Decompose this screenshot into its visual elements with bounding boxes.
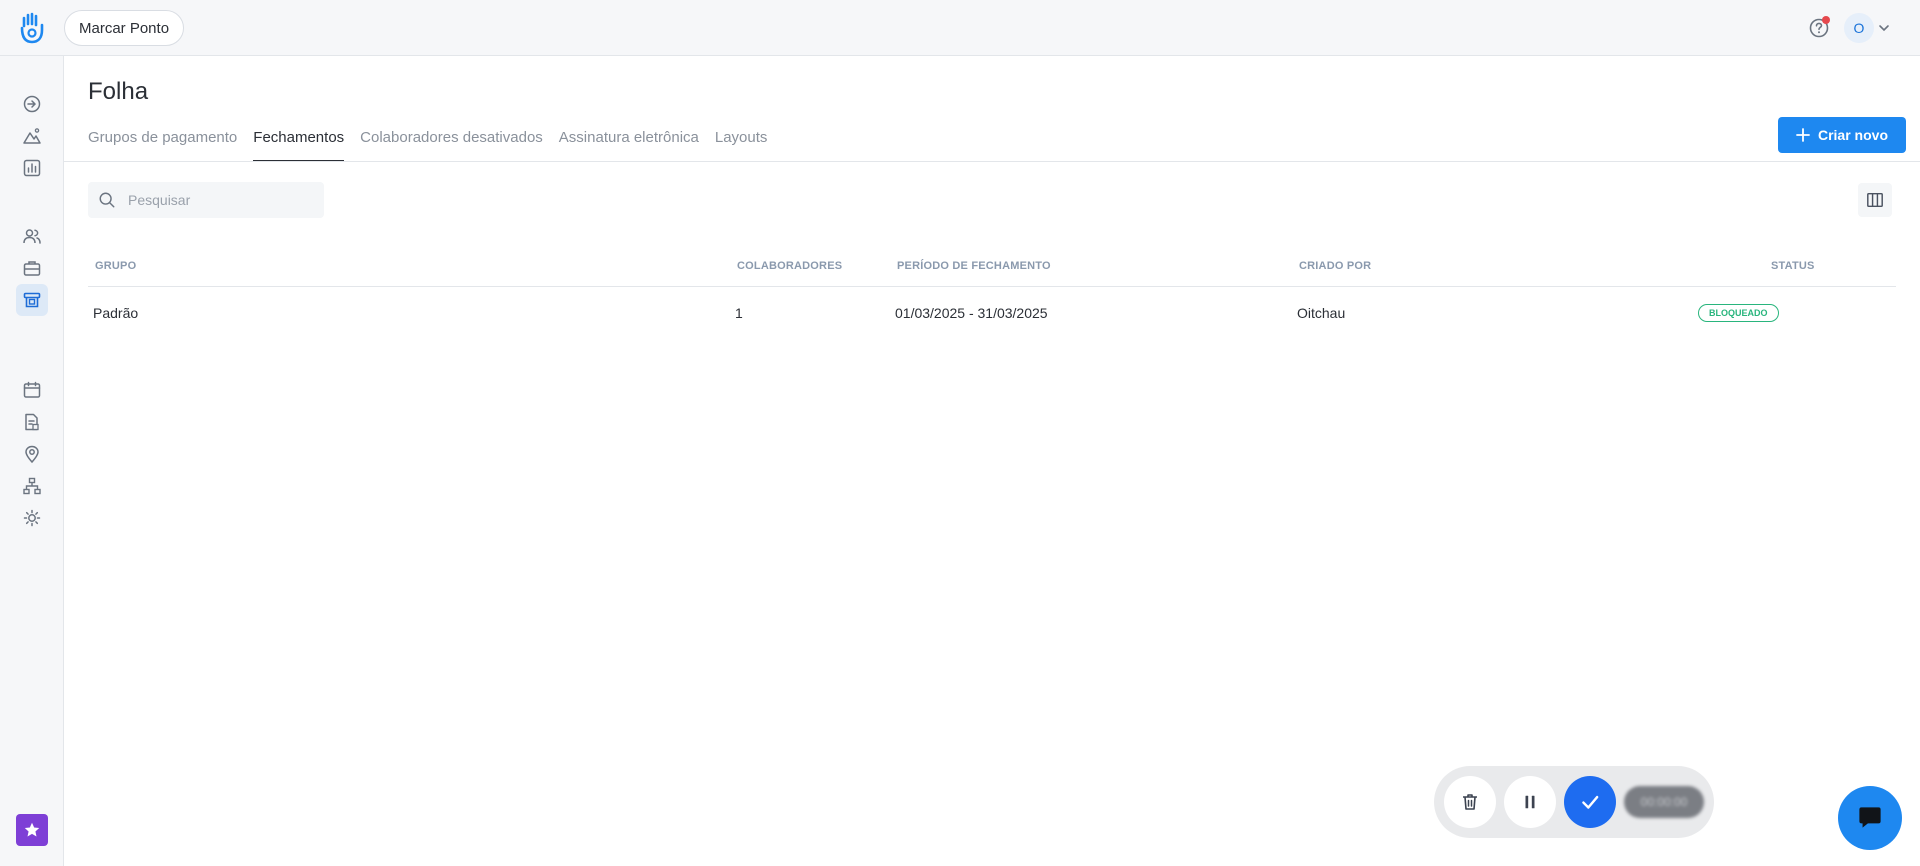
delete-button[interactable] [1444,776,1496,828]
create-new-button[interactable]: Criar novo [1778,117,1906,153]
cell-colaboradores: 1 [735,305,743,321]
columns-icon [1867,192,1883,208]
hand-logo-icon[interactable] [18,12,46,44]
timer-control-bar: 00:00:00 [1434,766,1714,838]
column-header-status[interactable]: STATUS [1771,260,1815,272]
check-icon [1582,795,1599,809]
briefcase-icon[interactable] [20,256,44,280]
search-icon [99,192,115,208]
trash-icon [1463,794,1477,810]
cell-periodo: 01/03/2025 - 31/03/2025 [895,305,1048,321]
star-icon [24,822,40,837]
cell-grupo: Padrão [93,305,139,321]
payroll-icon[interactable] [16,284,48,316]
sun-icon[interactable] [20,506,44,530]
notification-dot [1822,16,1830,24]
document-icon[interactable] [20,410,44,434]
avatar[interactable]: O [1844,13,1874,43]
page-title: Folha [88,78,149,105]
column-header-criado-por[interactable]: CRIADO POR [1299,260,1371,272]
search-box [88,182,324,218]
calendar-icon[interactable] [20,378,44,402]
users-icon[interactable] [20,224,44,248]
status-badge: BLOQUEADO [1698,304,1779,322]
sidebar [0,56,64,866]
column-header-grupo[interactable]: GRUPO [95,260,136,272]
pause-button[interactable] [1504,776,1556,828]
columns-toggle-button[interactable] [1858,183,1892,217]
column-header-periodo[interactable]: PERÍODO DE FECHAMENTO [897,260,1051,272]
bar-chart-icon[interactable] [20,156,44,180]
tab-colaboradores-desativados[interactable]: Colaboradores desativados [360,126,559,162]
top-bar: Marcar Ponto O [0,0,1920,56]
cell-criado-por: Oitchau [1297,305,1346,321]
chat-bubble-icon [1859,807,1881,828]
org-chart-icon[interactable] [20,474,44,498]
column-header-colaboradores[interactable]: COLABORADORES [737,260,842,272]
tab-grupos-de-pagamento[interactable]: Grupos de pagamento [88,126,253,162]
mountain-icon[interactable] [20,124,44,148]
timer-display: 00:00:00 [1624,786,1704,818]
favorite-button[interactable] [16,814,48,846]
plus-icon [1796,128,1810,142]
tab-layouts[interactable]: Layouts [715,126,784,162]
pause-icon [1525,795,1535,809]
tab-assinatura-eletronica[interactable]: Assinatura eletrônica [559,126,715,162]
create-new-label: Criar novo [1817,127,1888,143]
location-pin-icon[interactable] [20,442,44,466]
chevron-down-icon[interactable] [1877,21,1891,35]
table-divider [88,286,1896,287]
search-input[interactable] [128,192,308,208]
tab-bar: Grupos de pagamento Fechamentos Colabora… [88,126,783,162]
tabs-divider [64,161,1920,162]
tab-fechamentos[interactable]: Fechamentos [253,126,360,162]
marcar-ponto-button[interactable]: Marcar Ponto [64,10,185,46]
chat-button[interactable] [1838,786,1902,850]
confirm-button[interactable] [1564,776,1616,828]
login-arrow-icon[interactable] [20,92,44,116]
